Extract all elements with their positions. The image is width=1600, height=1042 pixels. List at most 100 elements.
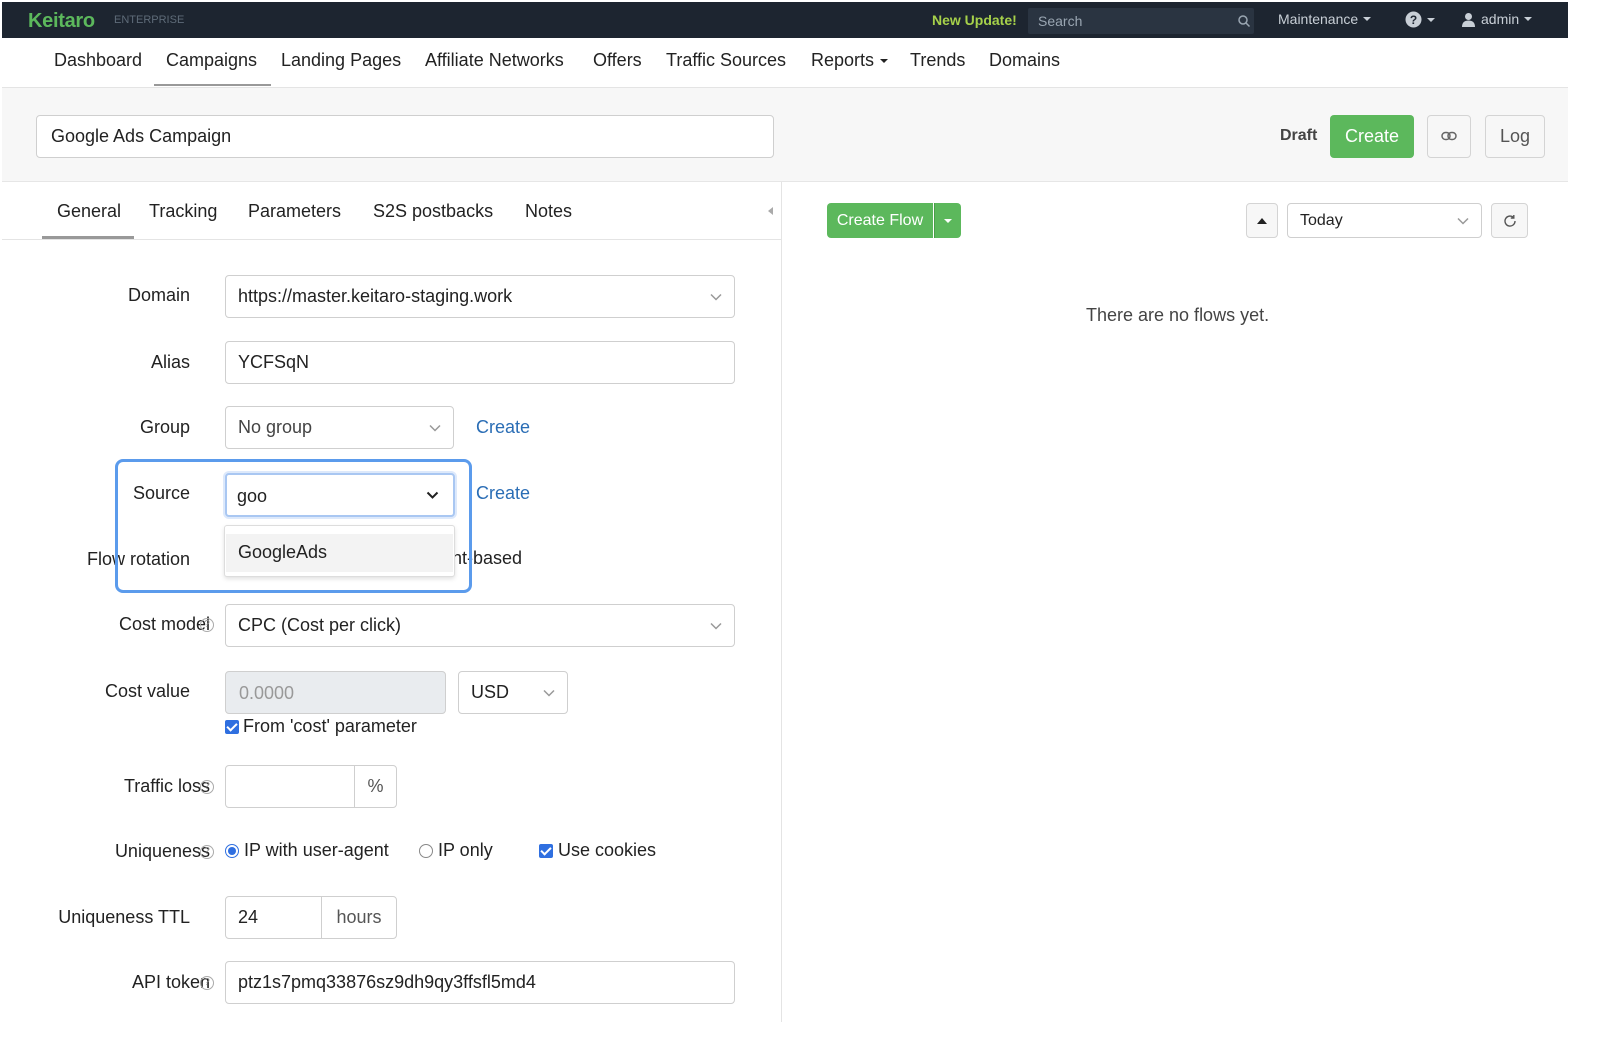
create-flow-dropdown-button[interactable] xyxy=(934,203,961,238)
traffic-loss-label: Traffic loss xyxy=(123,776,210,796)
cost-model-select[interactable]: CPC (Cost per click) xyxy=(225,604,735,647)
tab-parameters[interactable]: Parameters xyxy=(248,201,341,222)
source-search-input[interactable] xyxy=(237,483,417,509)
uniqueness-ttl-input[interactable]: 24 xyxy=(225,896,322,939)
help-circle-icon[interactable]: ? xyxy=(200,780,214,794)
nav-reports-label: Reports xyxy=(811,50,875,70)
source-select[interactable] xyxy=(225,473,455,517)
help-circle-icon[interactable]: ? xyxy=(200,976,214,990)
source-dropdown: GoogleAds xyxy=(224,525,455,577)
source-label: Source xyxy=(132,483,190,503)
from-cost-parameter-label: From 'cost' parameter xyxy=(243,716,417,736)
group-select[interactable]: No group xyxy=(225,406,454,449)
chevron-down-icon xyxy=(429,424,441,432)
nav-active-indicator xyxy=(154,84,271,86)
nav-landing-pages[interactable]: Landing Pages xyxy=(281,50,401,71)
uniqueness-label: Uniqueness xyxy=(114,841,210,861)
nav-campaigns[interactable]: Campaigns xyxy=(166,50,257,71)
uniqueness-option-ip-only-label: IP only xyxy=(438,840,493,860)
campaign-name-input[interactable] xyxy=(36,115,774,158)
domain-value: https://master.keitaro-staging.work xyxy=(238,286,513,306)
cost-value-input[interactable]: 0.0000 xyxy=(225,671,446,714)
dropdown-option-googleads[interactable]: GoogleAds xyxy=(226,534,453,572)
cost-value-label: Cost value xyxy=(104,681,190,701)
cost-model-label: Cost model xyxy=(119,614,210,635)
tab-general[interactable]: General xyxy=(57,201,121,222)
chevron-down-icon xyxy=(1457,217,1469,225)
uniqueness-option-ip-ua-label: IP with user-agent xyxy=(244,840,389,860)
keitaro-logo[interactable]: Keitaro xyxy=(28,10,95,33)
nav-traffic-sources[interactable]: Traffic Sources xyxy=(666,50,786,71)
chevron-down-icon xyxy=(1363,17,1372,21)
flow-rotation-weight-option[interactable]: ht-based xyxy=(452,548,522,569)
hours-addon: hours xyxy=(321,896,397,939)
radio-unselected-icon xyxy=(419,843,433,858)
create-source-link[interactable]: Create xyxy=(476,483,530,504)
uniqueness-ttl-label: Uniqueness TTL xyxy=(58,907,190,927)
alias-label: Alias xyxy=(150,352,190,372)
nav-offers[interactable]: Offers xyxy=(593,50,642,71)
new-update-link[interactable]: New Update! xyxy=(932,12,1017,28)
flow-rotation-label: Flow rotation xyxy=(86,549,190,569)
global-search xyxy=(1028,8,1254,34)
domain-select[interactable]: https://master.keitaro-staging.work xyxy=(225,275,735,318)
uniqueness-option-ip-ua[interactable]: IP with user-agent xyxy=(225,840,389,861)
create-campaign-button[interactable]: Create xyxy=(1330,115,1414,158)
tab-tracking[interactable]: Tracking xyxy=(149,201,217,222)
chevron-down-icon xyxy=(710,622,722,630)
empty-flows-message: There are no flows yet. xyxy=(1086,305,1270,325)
checkbox-checked-icon xyxy=(225,719,239,734)
percent-addon: % xyxy=(354,765,397,808)
user-name: admin xyxy=(1481,11,1520,27)
period-select[interactable]: Today xyxy=(1287,203,1482,238)
status-badge: Draft xyxy=(1280,127,1318,144)
nav-domains[interactable]: Domains xyxy=(989,50,1060,71)
edition-label: ENTERPRISE xyxy=(114,14,185,26)
refresh-button[interactable] xyxy=(1491,203,1528,238)
group-label: Group xyxy=(139,417,190,437)
main-nav: Dashboard Campaigns Landing Pages Affili… xyxy=(2,38,1568,88)
maintenance-label: Maintenance xyxy=(1278,11,1359,27)
user-menu[interactable]: admin xyxy=(1461,11,1533,27)
search-input[interactable] xyxy=(1038,12,1228,30)
nav-dashboard[interactable]: Dashboard xyxy=(54,50,142,71)
uniqueness-option-ip-only[interactable]: IP only xyxy=(419,840,493,861)
nav-reports[interactable]: Reports xyxy=(811,50,889,71)
create-flow-button[interactable]: Create Flow xyxy=(827,203,933,238)
copy-link-button[interactable] xyxy=(1427,115,1471,158)
from-cost-parameter-checkbox[interactable]: From 'cost' parameter xyxy=(225,716,417,737)
collapse-panel-icon[interactable] xyxy=(768,207,773,215)
chevron-down-icon xyxy=(710,293,722,301)
tab-s2s-postbacks[interactable]: S2S postbacks xyxy=(373,201,493,222)
help-circle-icon[interactable]: ? xyxy=(200,845,214,859)
question-circle-icon: ? xyxy=(1405,11,1422,28)
chevron-down-icon xyxy=(426,491,439,499)
traffic-loss-input[interactable] xyxy=(225,765,355,808)
chevron-down-icon xyxy=(543,689,555,697)
radio-selected-icon xyxy=(225,843,239,858)
nav-affiliate-networks[interactable]: Affiliate Networks xyxy=(425,50,564,71)
cost-model-value: CPC (Cost per click) xyxy=(238,615,402,635)
collapse-up-button[interactable] xyxy=(1246,203,1278,238)
currency-select[interactable]: USD xyxy=(458,671,568,714)
create-group-link[interactable]: Create xyxy=(476,417,530,438)
tab-active-indicator xyxy=(42,236,134,239)
alias-input[interactable]: YCFSqN xyxy=(225,341,735,384)
chevron-down-icon xyxy=(944,218,952,223)
search-icon[interactable] xyxy=(1237,14,1251,28)
use-cookies-checkbox[interactable]: Use cookies xyxy=(539,840,656,861)
period-value: Today xyxy=(1300,211,1343,229)
log-button[interactable]: Log xyxy=(1485,115,1545,158)
tabs-border xyxy=(2,239,781,240)
maintenance-menu[interactable]: Maintenance xyxy=(1278,11,1372,27)
help-menu[interactable]: ? xyxy=(1405,11,1435,28)
tab-notes[interactable]: Notes xyxy=(525,201,572,222)
uniqueness-ttl-value: 24 xyxy=(238,907,259,927)
nav-trends[interactable]: Trends xyxy=(910,50,965,71)
triangle-up-icon xyxy=(1257,217,1267,224)
api-token-label: API token xyxy=(131,972,210,992)
chevron-down-icon xyxy=(1427,17,1435,22)
api-token-input[interactable]: ptz1s7pmq33876sz9dh9qy3ffsfl5md4 xyxy=(225,961,735,1004)
help-circle-icon[interactable]: ? xyxy=(200,618,214,632)
link-icon xyxy=(1441,131,1457,141)
